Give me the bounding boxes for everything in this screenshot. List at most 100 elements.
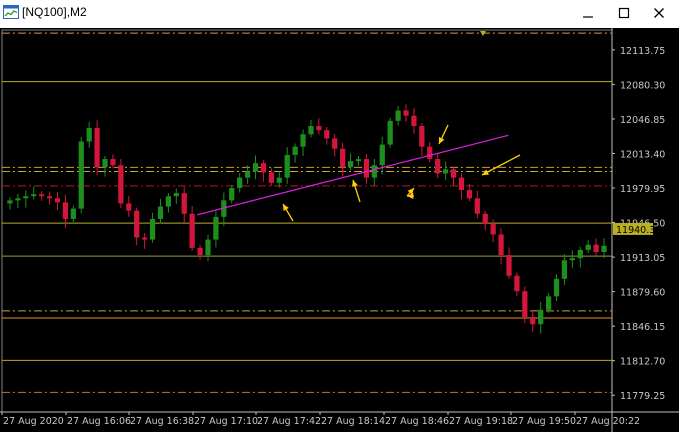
candle-body xyxy=(522,291,528,318)
candle-body xyxy=(142,237,148,240)
candle-body xyxy=(411,115,417,127)
candle-body xyxy=(395,110,401,121)
current-price-label: 11940.32 xyxy=(616,225,661,236)
candle-body xyxy=(498,234,504,256)
candle-body xyxy=(244,171,251,178)
candle-body xyxy=(149,218,156,240)
candle-body xyxy=(213,216,219,240)
candle-body xyxy=(403,110,409,116)
candle-body xyxy=(569,258,575,261)
y-tick-label: 11979.95 xyxy=(620,184,665,195)
candle-body xyxy=(118,165,124,204)
plot-frame xyxy=(1,29,613,413)
candle-body xyxy=(435,159,441,174)
candle-body xyxy=(450,169,457,178)
candle-body xyxy=(474,198,480,214)
candle-body xyxy=(466,190,472,199)
candle-body xyxy=(419,126,425,147)
candle-body xyxy=(340,148,346,168)
maximize-icon xyxy=(618,7,630,19)
y-tick-label: 11913.05 xyxy=(620,253,665,264)
candle-body xyxy=(347,161,354,168)
candle-body xyxy=(530,317,536,325)
candle-body xyxy=(553,278,560,297)
candle-body xyxy=(260,163,267,173)
minimize-icon xyxy=(583,16,593,18)
candle-body xyxy=(308,126,314,135)
candle-body xyxy=(284,154,290,178)
candle-body xyxy=(165,196,171,207)
candle-body xyxy=(300,134,306,147)
candle-body xyxy=(363,159,370,178)
candle-body xyxy=(78,141,84,209)
y-tick-label: 11779.25 xyxy=(620,391,665,402)
x-tick-label: 27 Aug 18:46 xyxy=(385,416,449,427)
maximize-button[interactable] xyxy=(606,0,642,26)
y-tick-label: 11812.70 xyxy=(620,357,665,368)
candle-body xyxy=(443,169,449,174)
candle-body xyxy=(31,194,37,197)
x-tick-label: 27 Aug 19:50 xyxy=(512,416,576,427)
candle-body xyxy=(577,249,583,259)
candle-body xyxy=(70,208,76,219)
candle-body xyxy=(545,296,552,310)
price-chart[interactable]: 12113.75 12080.30 12046.85 12013.40 11979.95… xyxy=(0,28,679,432)
minimize-button[interactable] xyxy=(570,0,606,26)
candle-body xyxy=(15,198,21,201)
y-tick-label: 11879.60 xyxy=(620,288,665,299)
candle-body xyxy=(324,130,330,139)
candle-body xyxy=(316,126,322,131)
chart-app-icon xyxy=(3,5,19,19)
candle-body xyxy=(332,138,338,149)
candle-body xyxy=(379,144,385,166)
x-tick-label: 27 Aug 17:42 xyxy=(257,416,321,427)
candle-body xyxy=(62,202,69,219)
y-tick-label: 12113.75 xyxy=(620,46,665,57)
candle-body xyxy=(7,200,13,204)
close-button[interactable] xyxy=(641,0,677,26)
candle-body xyxy=(482,213,488,225)
y-tick-label: 12080.30 xyxy=(620,80,665,91)
price-chart-svg[interactable]: 12113.75 12080.30 12046.85 12013.40 11979.95… xyxy=(0,28,679,432)
x-tick-label: 27 Aug 16:06 xyxy=(67,416,131,427)
candle-body xyxy=(276,177,282,183)
candle-body xyxy=(252,163,259,172)
candle-body xyxy=(585,244,591,250)
candle-body xyxy=(593,244,599,252)
close-icon xyxy=(654,8,664,18)
candle-body xyxy=(561,260,568,279)
candle-body xyxy=(181,193,187,214)
annotation-arrowhead-icon xyxy=(407,192,414,200)
candle-body xyxy=(355,159,362,162)
candle-body xyxy=(506,255,512,276)
candle-body xyxy=(23,196,29,199)
x-tick-label: 27 Aug 18:14 xyxy=(321,416,385,427)
x-tick-label: 27 Aug 19:18 xyxy=(449,416,513,427)
candle-body xyxy=(157,206,164,219)
candle-body xyxy=(371,165,377,178)
candle-body xyxy=(86,128,92,142)
candle-body xyxy=(189,213,195,248)
y-tick-label: 12046.85 xyxy=(620,115,665,126)
candle-body xyxy=(134,210,140,238)
x-tick-label: 27 Aug 20:22 xyxy=(576,416,640,427)
candle-body xyxy=(39,194,45,197)
title-bar[interactable]: [NQ100],M2 xyxy=(0,0,679,26)
candle-body xyxy=(54,198,61,203)
candle-body xyxy=(205,239,211,256)
y-tick-label: 12013.40 xyxy=(620,149,665,160)
candle-body xyxy=(387,120,393,145)
candle-body xyxy=(102,159,108,168)
candle-body xyxy=(94,128,100,168)
chart-window: [NQ100],M2 12113.75 12080.30 12046.85 12013… xyxy=(0,0,679,432)
candle-body xyxy=(601,245,607,252)
candle-body xyxy=(490,224,496,235)
candle-body xyxy=(292,146,298,155)
candle-body xyxy=(197,247,203,256)
annotation-arrow-4 xyxy=(481,154,521,176)
candle-body xyxy=(538,309,544,325)
candle-body xyxy=(173,193,179,197)
candle-body xyxy=(268,172,274,183)
x-tick-label: 27 Aug 17:10 xyxy=(194,416,258,427)
candle-body xyxy=(458,177,465,191)
